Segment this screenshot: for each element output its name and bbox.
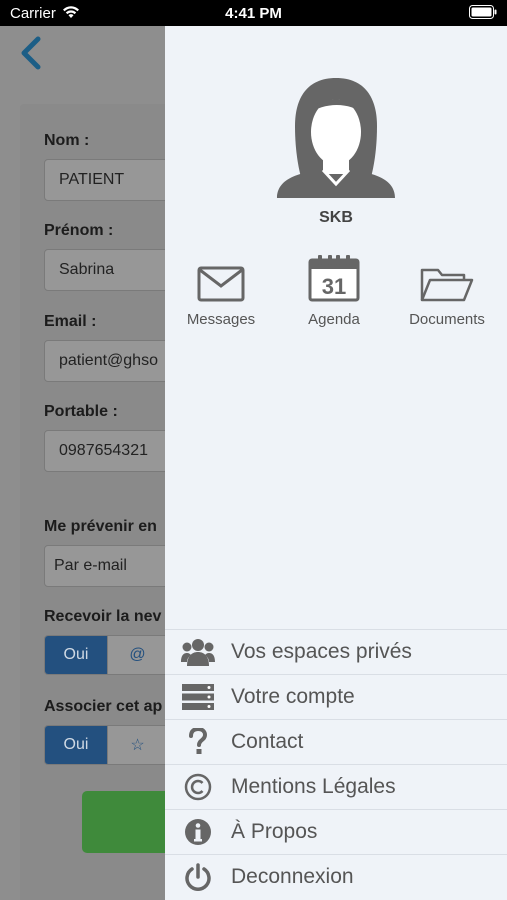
menu-label-compte: Votre compte bbox=[231, 685, 355, 708]
documents-link[interactable]: Documents bbox=[392, 250, 502, 328]
menu-label-contact: Contact bbox=[231, 730, 304, 753]
drawer-menu: Vos espaces privés Votre compte Contact … bbox=[165, 629, 507, 899]
newsletter-label: Recevoir la nev bbox=[44, 608, 162, 625]
back-chevron-icon[interactable] bbox=[18, 36, 44, 75]
menu-item-espaces[interactable]: Vos espaces privés bbox=[165, 629, 507, 674]
user-name: SKB bbox=[319, 209, 353, 226]
status-bar: Carrier 4:41 PM bbox=[0, 0, 507, 26]
menu-label-espaces: Vos espaces privés bbox=[231, 640, 412, 663]
side-drawer: SKB Messages 31 Agenda Documents Vos esp… bbox=[165, 26, 507, 900]
agenda-link[interactable]: 31 Agenda bbox=[279, 250, 389, 328]
menu-item-contact[interactable]: Contact bbox=[165, 719, 507, 764]
documents-label: Documents bbox=[409, 311, 485, 328]
menu-label-deconnexion: Deconnexion bbox=[231, 865, 354, 888]
notify-label: Me prévenir en bbox=[44, 518, 157, 535]
question-icon bbox=[165, 720, 231, 765]
battery-icon bbox=[469, 5, 497, 23]
clock: 4:41 PM bbox=[225, 5, 282, 22]
menu-item-deconnexion[interactable]: Deconnexion bbox=[165, 854, 507, 899]
info-icon bbox=[165, 810, 231, 855]
associate-label: Associer cet ap bbox=[44, 698, 163, 715]
menu-item-mentions[interactable]: Mentions Légales bbox=[165, 764, 507, 809]
folder-icon bbox=[392, 250, 502, 302]
associate-yes-button[interactable]: Oui bbox=[45, 726, 107, 764]
at-sign-icon[interactable]: @ bbox=[107, 636, 167, 674]
menu-item-compte[interactable]: Votre compte bbox=[165, 674, 507, 719]
copyright-icon bbox=[165, 765, 231, 810]
calendar-day: 31 bbox=[322, 274, 346, 299]
nom-label: Nom : bbox=[44, 132, 90, 149]
calendar-icon: 31 bbox=[279, 250, 389, 302]
server-icon bbox=[165, 675, 231, 720]
email-label: Email : bbox=[44, 313, 97, 330]
menu-label-mentions: Mentions Légales bbox=[231, 775, 396, 798]
newsletter-yes-button[interactable]: Oui bbox=[45, 636, 107, 674]
agenda-label: Agenda bbox=[308, 311, 360, 328]
group-icon bbox=[165, 630, 231, 675]
envelope-icon bbox=[166, 250, 276, 302]
star-icon[interactable]: ☆ bbox=[107, 726, 167, 764]
prenom-label: Prénom : bbox=[44, 222, 114, 239]
messages-link[interactable]: Messages bbox=[166, 250, 276, 328]
avatar bbox=[273, 74, 399, 207]
messages-label: Messages bbox=[186, 311, 256, 328]
menu-label-apropos: À Propos bbox=[231, 820, 318, 843]
portable-label: Portable : bbox=[44, 403, 118, 420]
menu-item-apropos[interactable]: À Propos bbox=[165, 809, 507, 854]
power-icon bbox=[165, 855, 231, 900]
